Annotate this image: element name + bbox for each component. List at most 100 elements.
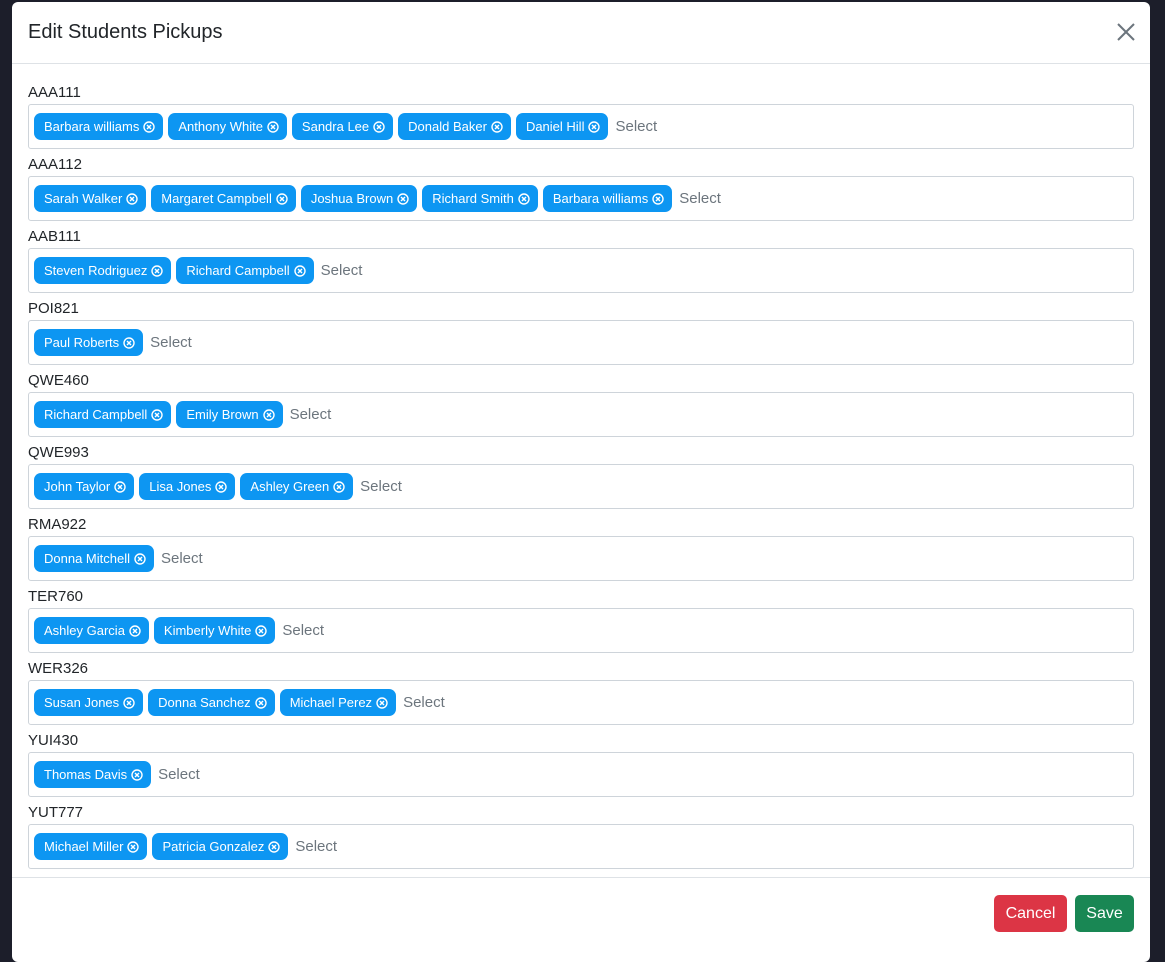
pickup-group: AAA112 Sarah Walker Margaret Campbell Joshu… xyxy=(28,155,1134,226)
student-chip: Daniel Hill xyxy=(515,113,609,140)
student-chip: Emily Brown xyxy=(176,401,283,428)
remove-circle-icon[interactable] xyxy=(276,192,288,205)
group-label: AAA111 xyxy=(28,84,81,101)
chip-label: Paul Roberts xyxy=(44,335,120,350)
student-chip: John Taylor xyxy=(34,473,135,500)
chip-label: Michael Perez xyxy=(289,695,373,710)
remove-circle-icon[interactable] xyxy=(151,408,164,421)
select-placeholder[interactable]: Select xyxy=(295,838,337,855)
student-chip: Ashley Green xyxy=(240,473,354,500)
multi-select[interactable]: Paul Roberts Select xyxy=(28,320,1134,365)
pickup-group: AAB111 Steven Rodriguez Richard Campbell Se… xyxy=(28,227,1134,298)
remove-circle-icon[interactable] xyxy=(254,696,267,709)
select-placeholder[interactable]: Select xyxy=(403,694,445,711)
chip-label: Sarah Walker xyxy=(44,191,123,206)
chip-label: Margaret Campbell xyxy=(161,191,272,206)
remove-circle-icon[interactable] xyxy=(293,264,306,277)
select-placeholder[interactable]: Select xyxy=(679,190,721,207)
pickup-group: WER326 Susan Jones Donna Sanchez Michael Pe… xyxy=(28,659,1134,730)
remove-circle-icon[interactable] xyxy=(129,624,141,637)
modal-title: Edit Students Pickups xyxy=(28,21,223,43)
multi-select[interactable]: Thomas Davis Select xyxy=(28,752,1134,797)
multi-select[interactable]: Barbara williams Anthony White Sandra Lee D… xyxy=(28,104,1134,149)
multi-select[interactable]: Donna Mitchell Select xyxy=(28,536,1134,581)
chip-label: Donna Sanchez xyxy=(158,695,251,710)
multi-select[interactable]: Ashley Garcia Kimberly White Select xyxy=(28,608,1134,653)
remove-circle-icon[interactable] xyxy=(215,480,228,493)
remove-circle-icon[interactable] xyxy=(131,768,143,781)
select-placeholder[interactable]: Select xyxy=(150,334,192,351)
remove-circle-icon[interactable] xyxy=(134,552,146,565)
select-placeholder[interactable]: Select xyxy=(321,262,363,279)
select-placeholder[interactable]: Select xyxy=(615,118,657,135)
select-placeholder[interactable]: Select xyxy=(158,766,200,783)
chip-label: Richard Campbell xyxy=(44,407,148,422)
student-chip: Donald Baker xyxy=(398,113,511,140)
pickup-group: QWE993 John Taylor Lisa Jones Ashley Green S… xyxy=(28,443,1134,514)
chip-label: Sandra Lee xyxy=(301,119,370,134)
remove-circle-icon[interactable] xyxy=(123,336,135,349)
chip-label: Barbara williams xyxy=(44,119,140,134)
save-button[interactable]: Save xyxy=(1075,895,1134,932)
student-chip: Michael Perez xyxy=(279,689,397,716)
remove-circle-icon[interactable] xyxy=(333,480,345,493)
remove-circle-icon[interactable] xyxy=(126,192,138,205)
remove-circle-icon[interactable] xyxy=(143,120,156,133)
remove-circle-icon[interactable] xyxy=(397,192,409,205)
chip-label: Anthony White xyxy=(178,119,263,134)
student-chip: Richard Campbell xyxy=(176,257,314,284)
remove-circle-icon[interactable] xyxy=(151,264,164,277)
remove-circle-icon[interactable] xyxy=(376,696,388,709)
group-label: RMA922 xyxy=(28,516,87,533)
remove-circle-icon[interactable] xyxy=(262,408,275,421)
chip-label: Daniel Hill xyxy=(525,119,585,134)
chip-label: Michael Miller xyxy=(44,839,124,854)
select-placeholder[interactable]: Select xyxy=(161,550,203,567)
student-chip: Sandra Lee xyxy=(291,113,394,140)
student-chip: Richard Smith xyxy=(422,185,538,212)
cancel-button[interactable]: Cancel xyxy=(994,895,1067,932)
multi-select[interactable]: Steven Rodriguez Richard Campbell Select xyxy=(28,248,1134,293)
close-icon[interactable] xyxy=(1116,22,1136,42)
group-label: QWE993 xyxy=(28,444,89,461)
select-placeholder[interactable]: Select xyxy=(290,406,332,423)
group-label: AAB111 xyxy=(28,228,81,245)
chip-label: Steven Rodriguez xyxy=(44,263,148,278)
multi-select[interactable]: Susan Jones Donna Sanchez Michael Perez Sel… xyxy=(28,680,1134,725)
multi-select[interactable]: Sarah Walker Margaret Campbell Joshua Brow… xyxy=(28,176,1134,221)
student-chip: Margaret Campbell xyxy=(151,185,296,212)
chip-label: Kimberly White xyxy=(163,623,252,638)
multi-select[interactable]: Richard Campbell Emily Brown Select xyxy=(28,392,1134,437)
multi-select[interactable]: John Taylor Lisa Jones Ashley Green Select xyxy=(28,464,1134,509)
student-chip: Joshua Brown xyxy=(300,185,418,212)
student-chip: Susan Jones xyxy=(34,689,144,716)
select-placeholder[interactable]: Select xyxy=(360,478,402,495)
remove-circle-icon[interactable] xyxy=(588,120,601,133)
pickup-group: YUI430 Thomas Davis Select xyxy=(28,731,1134,802)
remove-circle-icon[interactable] xyxy=(373,120,385,133)
remove-circle-icon[interactable] xyxy=(267,120,279,133)
chip-label: Ashley Green xyxy=(250,479,330,494)
select-placeholder[interactable]: Select xyxy=(282,622,324,639)
remove-circle-icon[interactable] xyxy=(255,624,268,637)
remove-circle-icon[interactable] xyxy=(518,192,530,205)
chip-label: Lisa Jones xyxy=(149,479,212,494)
multi-select[interactable]: Michael Miller Patricia Gonzalez Select xyxy=(28,824,1134,869)
student-chip: Patricia Gonzalez xyxy=(152,833,289,860)
remove-circle-icon[interactable] xyxy=(491,120,503,133)
group-label: AAA112 xyxy=(28,156,82,173)
chip-label: Thomas Davis xyxy=(44,767,128,782)
remove-circle-icon[interactable] xyxy=(114,480,126,493)
group-label: POI821 xyxy=(28,300,79,317)
remove-circle-icon[interactable] xyxy=(127,840,140,853)
remove-circle-icon[interactable] xyxy=(268,840,281,853)
pickup-group: YUT777 Michael Miller Patricia Gonzalez Sel… xyxy=(28,803,1134,874)
chip-label: Donald Baker xyxy=(408,119,487,134)
pickup-group: POI821 Paul Roberts Select xyxy=(28,299,1134,370)
pickup-group: QWE460 Richard Campbell Emily Brown Select xyxy=(28,371,1134,442)
remove-circle-icon[interactable] xyxy=(652,192,664,205)
remove-circle-icon[interactable] xyxy=(123,696,135,709)
student-chip: Paul Roberts xyxy=(34,329,144,356)
chip-label: Donna Mitchell xyxy=(44,551,130,566)
group-label: QWE460 xyxy=(28,372,89,389)
